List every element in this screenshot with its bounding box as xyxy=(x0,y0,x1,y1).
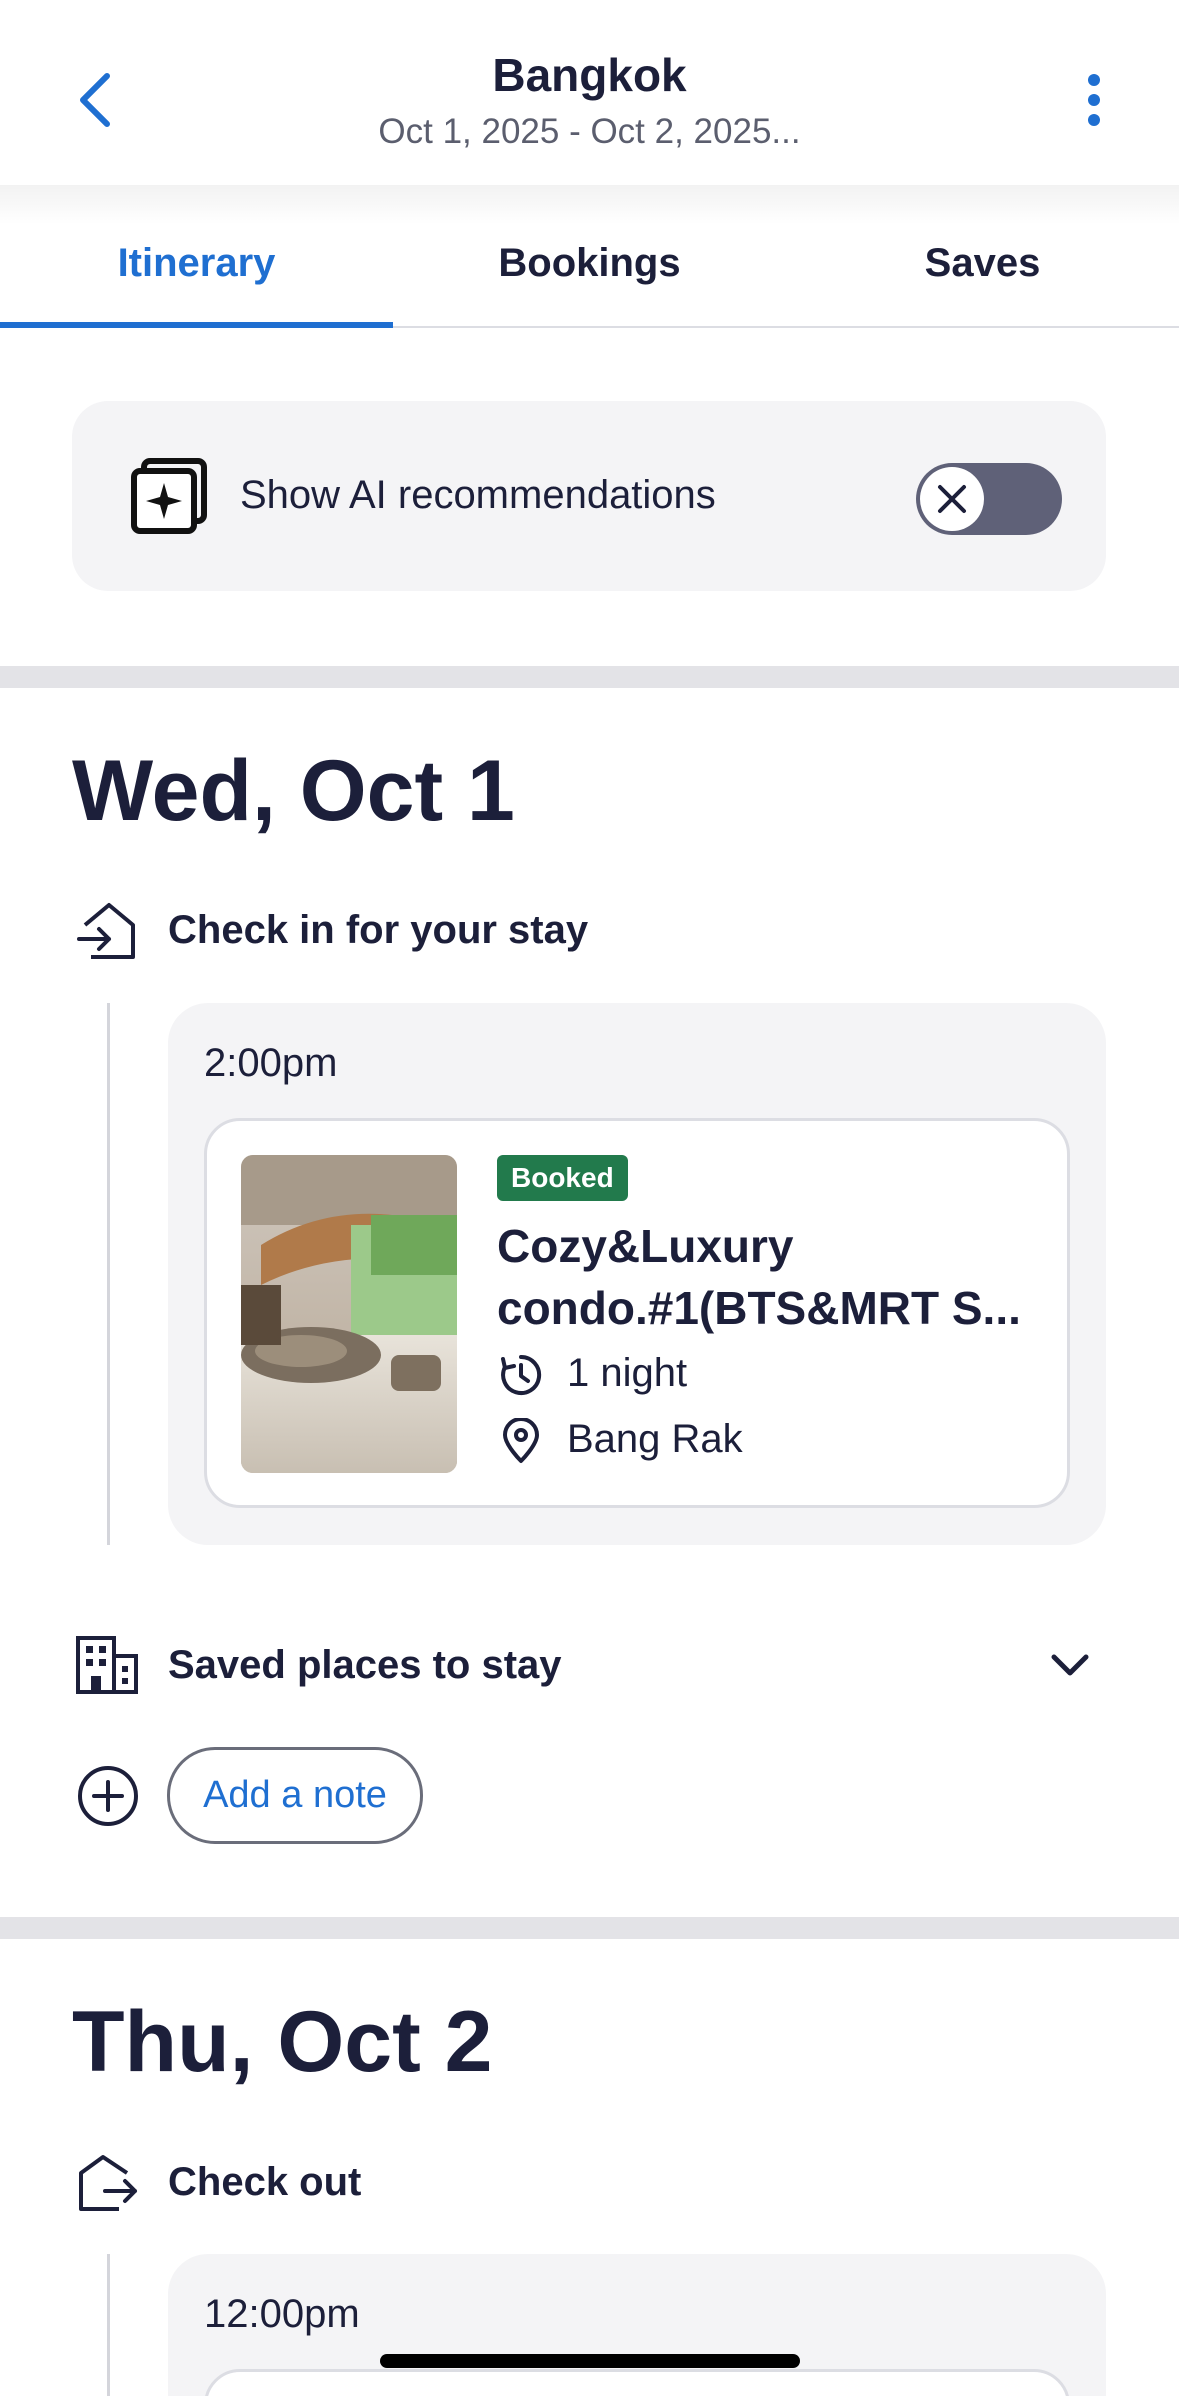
close-icon xyxy=(938,485,966,513)
day-title: Thu, Oct 2 xyxy=(72,1994,493,2090)
property-name-line2: condo.#1(BTS&MRT S... xyxy=(497,1282,1021,1334)
section-divider xyxy=(0,666,1179,688)
booking-card[interactable] xyxy=(204,2369,1070,2396)
timeline-line xyxy=(107,1003,110,1545)
property-name: Cozy&Luxury condo.#1(BTS&MRT S... xyxy=(497,1215,1037,1339)
tab-itinerary[interactable]: Itinerary xyxy=(0,200,393,328)
toggle-knob xyxy=(920,467,984,531)
stay-duration: 1 night xyxy=(567,1351,688,1395)
chevron-down-icon xyxy=(1051,1654,1089,1676)
ai-sparkle-icon xyxy=(131,458,207,534)
check-in-label: Check in for your stay xyxy=(168,908,589,952)
check-in-icon xyxy=(77,903,135,959)
tab-bar: Itinerary Bookings Saves xyxy=(0,200,1179,328)
property-photo xyxy=(241,1155,457,1473)
check-in-icon-wrap xyxy=(72,896,142,966)
more-options-button[interactable] xyxy=(1049,60,1139,140)
clock-history-icon xyxy=(501,1354,542,1395)
check-out-icon xyxy=(79,2155,137,2211)
event-time: 2:00pm xyxy=(204,1041,338,1085)
saved-places-label[interactable]: Saved places to stay xyxy=(168,1643,562,1688)
ai-recommendations-card: Show AI recommendations xyxy=(72,401,1106,591)
itinerary-screen: Bangkok Oct 1, 2025 - Oct 2, 2025... Iti… xyxy=(0,0,1179,2396)
tab-bookings[interactable]: Bookings xyxy=(393,200,786,326)
building-icon xyxy=(76,1636,138,1694)
booking-card[interactable]: Booked Cozy&Luxury condo.#1(BTS&MRT S...… xyxy=(204,1118,1070,1508)
location-icon-wrap xyxy=(497,1417,545,1465)
booked-badge: Booked xyxy=(497,1155,628,1201)
home-indicator xyxy=(380,2354,800,2368)
event-time: 12:00pm xyxy=(204,2292,360,2336)
app-header: Bangkok Oct 1, 2025 - Oct 2, 2025... xyxy=(0,0,1179,185)
property-name-line1: Cozy&Luxury xyxy=(497,1220,794,1272)
add-circle-icon[interactable] xyxy=(76,1764,140,1828)
more-vertical-icon xyxy=(1088,74,1100,126)
building-icon-wrap xyxy=(72,1630,142,1700)
check-out-label: Check out xyxy=(168,2160,362,2204)
check-in-event-card: 2:00pm Booked Cozy&Luxury condo.#1(BTS&M… xyxy=(168,1003,1106,1545)
day-title: Wed, Oct 1 xyxy=(72,743,515,839)
trip-dates: Oct 1, 2025 - Oct 2, 2025... xyxy=(378,112,801,151)
expand-saved-places-button[interactable] xyxy=(1040,1635,1100,1695)
duration-icon-wrap xyxy=(497,1351,545,1399)
ai-recommendations-label: Show AI recommendations xyxy=(240,473,716,517)
location-pin-icon xyxy=(503,1418,539,1463)
property-location: Bang Rak xyxy=(567,1417,743,1461)
check-out-icon-wrap xyxy=(72,2148,142,2218)
timeline-line xyxy=(107,2254,110,2396)
tab-saves[interactable]: Saves xyxy=(786,200,1179,326)
check-out-event-card: 12:00pm xyxy=(168,2254,1106,2396)
ai-recommendations-toggle[interactable] xyxy=(916,463,1062,535)
add-note-button[interactable]: Add a note xyxy=(167,1747,423,1844)
page-title: Bangkok xyxy=(492,49,687,101)
section-divider xyxy=(0,1917,1179,1939)
